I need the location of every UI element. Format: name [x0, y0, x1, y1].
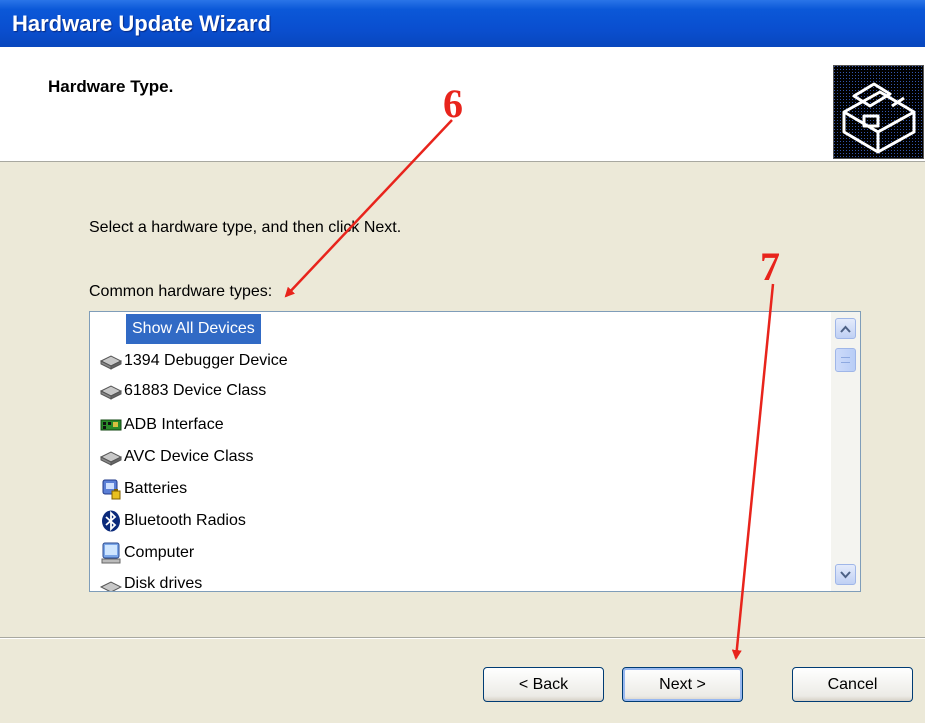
scroll-thumb[interactable]	[835, 348, 856, 372]
list-item[interactable]: ADB Interface	[100, 410, 224, 440]
scroll-up-button[interactable]	[835, 318, 856, 339]
device-disk-icon	[99, 380, 123, 402]
list-item[interactable]: 1394 Debugger Device	[99, 346, 288, 376]
device-disk-icon	[99, 446, 123, 468]
list-item[interactable]: Batteries	[100, 474, 187, 504]
circuit-board-icon	[100, 414, 122, 436]
list-item[interactable]: Bluetooth Radios	[100, 506, 246, 536]
hardware-box-icon	[833, 65, 924, 159]
list-item-label: AVC Device Class	[124, 448, 254, 465]
cancel-button[interactable]: Cancel	[792, 667, 913, 702]
hardware-type-list[interactable]: Show All Devices 1394 Debugger Device 61…	[89, 311, 861, 592]
list-item-label: 61883 Device Class	[124, 382, 267, 399]
page-title: Hardware Type.	[48, 77, 174, 96]
list-item[interactable]: Disk drives	[99, 569, 203, 592]
list-item[interactable]: 61883 Device Class	[99, 376, 267, 406]
disk-drive-icon	[99, 573, 123, 591]
list-item-label: ADB Interface	[124, 416, 224, 433]
list-item-label: Batteries	[124, 480, 188, 497]
chevron-up-icon	[840, 325, 851, 333]
computer-icon	[100, 542, 122, 564]
list-label: Common hardware types:	[89, 283, 273, 300]
list-item-label: Show All Devices	[125, 313, 262, 345]
list-item[interactable]: Show All Devices	[125, 313, 262, 345]
list-item-label: Bluetooth Radios	[124, 512, 246, 529]
list-item[interactable]: Computer	[100, 538, 194, 568]
next-button[interactable]: Next >	[622, 667, 743, 702]
chevron-down-icon	[840, 570, 851, 578]
list-item-label: Disk drives	[124, 575, 203, 592]
list-item-label: 1394 Debugger Device	[124, 352, 288, 369]
list-scrollbar[interactable]	[831, 312, 860, 591]
instruction-text: Select a hardware type, and then click N…	[89, 219, 402, 236]
wizard-header: Hardware Type.	[0, 47, 925, 162]
scroll-down-button[interactable]	[835, 564, 856, 585]
battery-icon	[100, 478, 122, 500]
back-button[interactable]: < Back	[483, 667, 604, 702]
bluetooth-icon	[100, 510, 122, 532]
list-item[interactable]: AVC Device Class	[99, 442, 254, 472]
annotation-step-7: 7	[760, 244, 780, 289]
footer-divider	[0, 637, 925, 639]
device-disk-icon	[99, 350, 123, 372]
window-title: Hardware Update Wizard	[0, 0, 925, 47]
list-item-label: Computer	[124, 544, 195, 561]
